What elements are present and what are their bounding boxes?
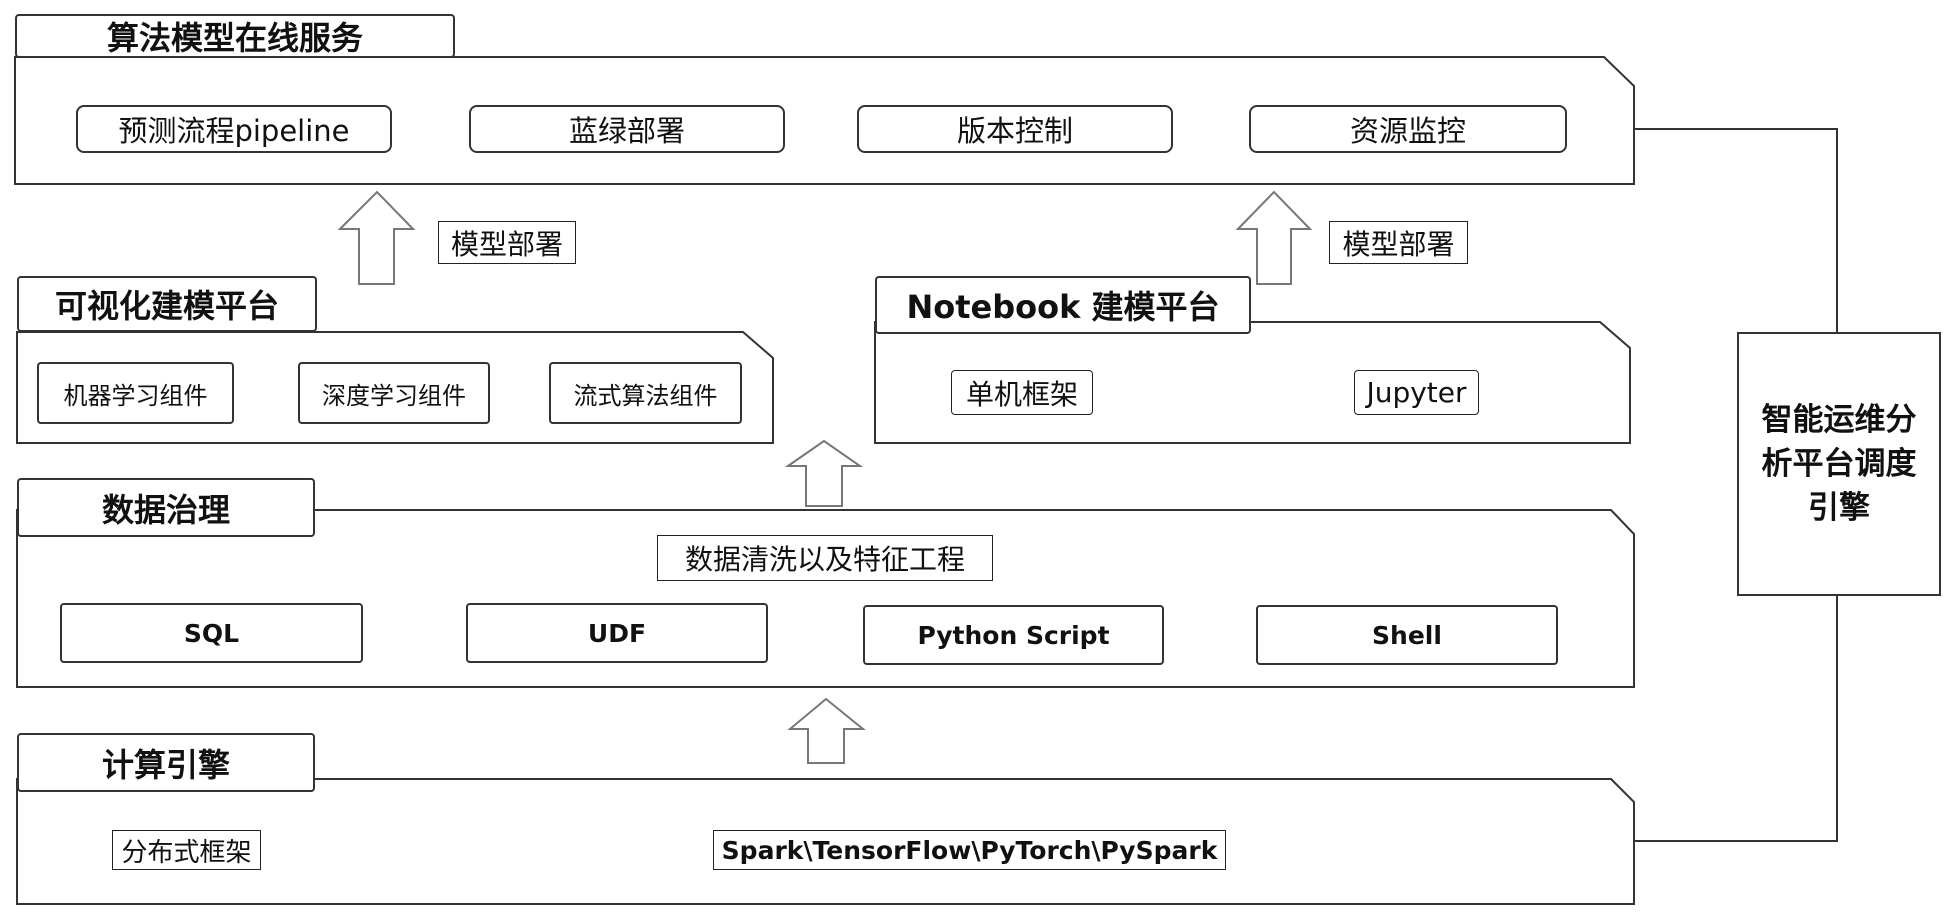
standalone-framework-item[interactable]: 单机框架 [951,370,1093,415]
up-arrow-icon [787,697,866,764]
up-arrow-icon [1235,190,1313,285]
ml-component-item[interactable]: 机器学习组件 [37,362,234,424]
notebook-modeling-title: Notebook 建模平台 [875,276,1251,334]
data-cleaning-label: 数据清洗以及特征工程 [657,535,993,581]
scheduler-engine-box[interactable]: 智能运维分 析平台调度 引擎 [1737,332,1941,596]
shell-item[interactable]: Shell [1256,605,1558,665]
python-script-item[interactable]: Python Script [863,605,1164,665]
up-arrow-icon [337,190,416,285]
sql-item[interactable]: SQL [60,603,363,663]
udf-item[interactable]: UDF [466,603,768,663]
connector-top [1634,128,1838,332]
online-service-title: 算法模型在线服务 [15,14,455,58]
resource-monitor-item[interactable]: 资源监控 [1249,105,1567,153]
pipeline-item[interactable]: 预测流程pipeline [76,105,392,153]
scheduler-engine-label: 智能运维分 析平台调度 引擎 [1761,402,1917,526]
visual-modeling-title: 可视化建模平台 [17,276,317,332]
blue-green-deploy-item[interactable]: 蓝绿部署 [469,105,785,153]
dl-component-item[interactable]: 深度学习组件 [298,362,490,424]
model-deploy-label-right: 模型部署 [1329,221,1468,264]
model-deploy-label-left: 模型部署 [438,221,576,264]
up-arrow-icon [784,439,864,507]
version-control-item[interactable]: 版本控制 [857,105,1173,153]
frameworks-label: Spark\TensorFlow\PyTorch\PySpark [713,830,1226,870]
distributed-framework-label: 分布式框架 [112,830,261,870]
streaming-component-item[interactable]: 流式算法组件 [549,362,742,424]
compute-engine-title: 计算引擎 [17,733,315,792]
connector-bottom [1634,596,1838,842]
jupyter-item[interactable]: Jupyter [1354,370,1479,415]
data-governance-title: 数据治理 [17,478,315,537]
